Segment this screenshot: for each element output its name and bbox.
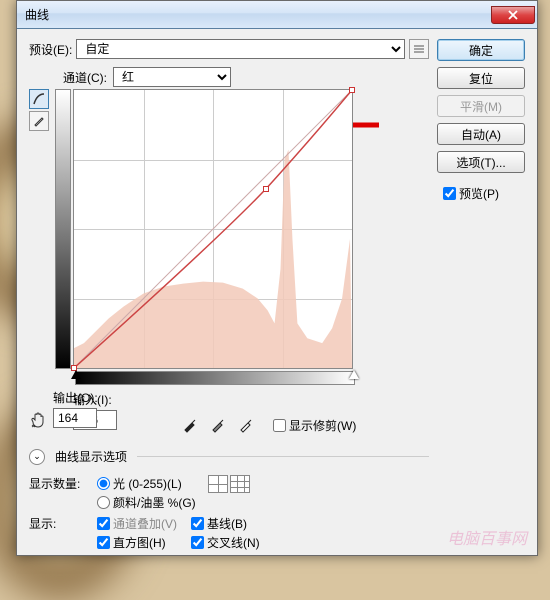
histogram-checkbox[interactable] — [97, 536, 110, 549]
display-options-label: 曲线显示选项 — [55, 448, 127, 465]
smooth-button: 平滑(M) — [437, 95, 525, 117]
overlay-checkbox[interactable] — [97, 517, 110, 530]
light-radio-label: 光 (0-255)(L) — [113, 475, 182, 492]
curve-line — [74, 90, 352, 368]
output-label: 输出(O): — [53, 389, 98, 406]
amount-label: 显示数量: — [29, 475, 93, 492]
curve-graph[interactable] — [73, 89, 353, 369]
close-button[interactable] — [491, 6, 535, 24]
channel-label: 通道(C): — [63, 69, 107, 86]
preview-checkbox[interactable] — [443, 187, 456, 200]
dialog-title: 曲线 — [25, 6, 491, 23]
titlebar[interactable]: 曲线 — [17, 1, 537, 29]
light-radio[interactable] — [97, 477, 110, 490]
pigment-radio[interactable] — [97, 496, 110, 509]
black-eyedropper[interactable] — [179, 414, 201, 436]
show-label: 显示: — [29, 515, 93, 532]
curve-point-mid[interactable] — [263, 186, 269, 192]
output-gradient — [55, 89, 71, 369]
expand-options-button[interactable]: ⌄ — [29, 449, 45, 465]
grid-coarse-button[interactable] — [208, 475, 228, 493]
curves-dialog: 曲线 预设(E): 自定 通道(C): 红 — [16, 0, 538, 556]
white-slider[interactable] — [349, 370, 359, 379]
intersection-label: 交叉线(N) — [207, 534, 260, 551]
show-clipping-label: 显示修剪(W) — [289, 417, 356, 434]
baseline-checkbox[interactable] — [191, 517, 204, 530]
show-clipping-checkbox[interactable] — [273, 419, 286, 432]
auto-button[interactable]: 自动(A) — [437, 123, 525, 145]
histogram-label: 直方图(H) — [113, 534, 166, 551]
baseline-label: 基线(B) — [207, 515, 247, 532]
pencil-tool-button[interactable] — [29, 111, 49, 131]
preset-menu-button[interactable] — [409, 39, 429, 59]
preset-select[interactable]: 自定 — [76, 39, 405, 59]
grid-fine-button[interactable] — [230, 475, 250, 493]
preset-label: 预设(E): — [29, 41, 72, 58]
overlay-label: 通道叠加(V) — [113, 515, 177, 532]
input-gradient[interactable] — [75, 371, 355, 385]
ok-button[interactable]: 确定 — [437, 39, 525, 61]
white-eyedropper[interactable] — [235, 414, 257, 436]
curve-point-end[interactable] — [349, 87, 355, 93]
channel-select[interactable]: 红 — [113, 67, 231, 87]
curve-tool-button[interactable] — [29, 89, 49, 109]
reset-button[interactable]: 复位 — [437, 67, 525, 89]
pigment-radio-label: 颜料/油墨 %(G) — [113, 494, 196, 511]
black-slider[interactable] — [71, 370, 81, 379]
intersection-checkbox[interactable] — [191, 536, 204, 549]
gray-eyedropper[interactable] — [207, 414, 229, 436]
separator — [137, 456, 429, 457]
preview-label: 预览(P) — [459, 185, 499, 202]
options-button[interactable]: 选项(T)... — [437, 151, 525, 173]
hand-tool-button[interactable] — [29, 410, 49, 430]
output-field[interactable] — [53, 408, 97, 428]
